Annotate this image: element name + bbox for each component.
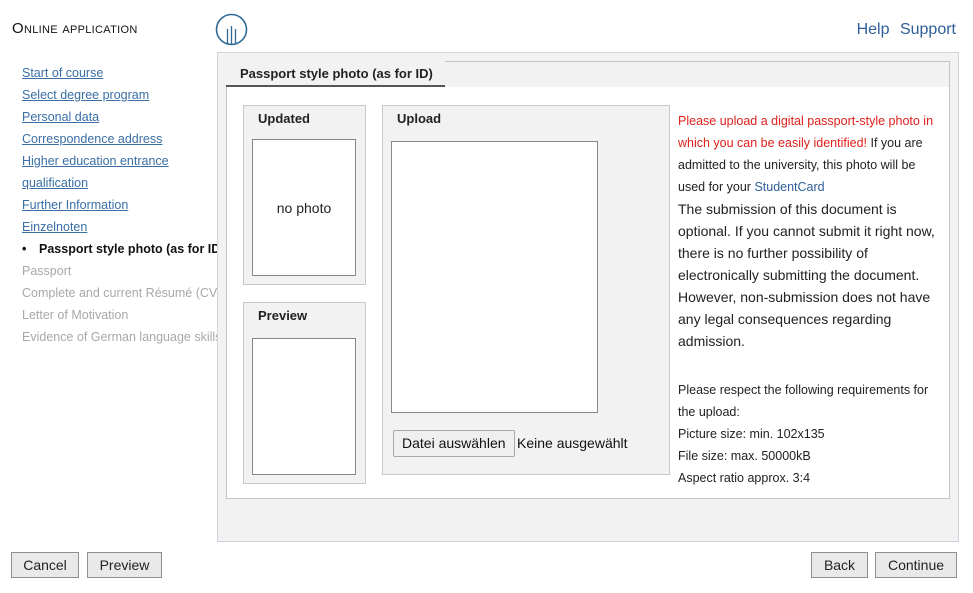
studentcard-link[interactable]: StudentCard: [754, 180, 824, 194]
requirement-aspect-ratio: Aspect ratio approx. 3:4: [678, 471, 811, 485]
optional-submission-text: The submission of this document is optio…: [678, 201, 935, 349]
photo-instructions: Please upload a digital passport-style p…: [678, 110, 943, 198]
sidebar-nav: Start of course Select degree program Pe…: [22, 62, 225, 348]
preview-box: Preview: [243, 302, 366, 484]
sidebar-item-select-degree-program[interactable]: Select degree program: [22, 84, 222, 106]
file-status-text: Keine ausgewählt: [517, 435, 628, 451]
sidebar-item-passport-photo: Passport style photo (as for ID): [22, 238, 225, 260]
sidebar-item-personal-data[interactable]: Personal data: [22, 106, 222, 128]
updated-photo-frame: no photo: [252, 139, 356, 276]
university-logo-icon: [215, 13, 248, 46]
support-link[interactable]: Support: [900, 21, 956, 38]
sidebar-item-german-language-skills: Evidence of German language skills: [22, 330, 222, 344]
sidebar-item-label: Passport style photo (as for ID): [39, 242, 225, 256]
sidebar-item-further-information[interactable]: Further Information: [22, 194, 222, 216]
help-link[interactable]: Help: [857, 21, 890, 38]
photo-info-text: Please upload a digital passport-style p…: [678, 110, 943, 489]
requirement-picture-size: Picture size: min. 102x135: [678, 427, 825, 441]
app-title: Online application: [12, 20, 138, 37]
updated-heading: Updated: [258, 111, 310, 126]
sidebar-item-resume: Complete and current Résumé (CV): [22, 286, 222, 300]
preview-heading: Preview: [258, 308, 308, 323]
sidebar-item-einzelnoten[interactable]: Einzelnoten: [22, 216, 222, 238]
requirement-file-size: File size: max. 50000kB: [678, 449, 811, 463]
upload-heading: Upload: [397, 111, 442, 126]
sidebar-item-qualification[interactable]: qualification: [22, 172, 222, 194]
sidebar-item-letter-of-motivation: Letter of Motivation: [22, 308, 129, 322]
sidebar-item-passport: Passport: [22, 264, 72, 278]
cancel-button[interactable]: Cancel: [11, 552, 79, 578]
sidebar-item-correspondence-address[interactable]: Correspondence address: [22, 128, 222, 150]
no-photo-label: no photo: [276, 200, 332, 216]
continue-button[interactable]: Continue: [875, 552, 957, 578]
choose-file-button[interactable]: Datei auswählen: [393, 430, 515, 457]
preview-photo-frame: [252, 338, 356, 475]
tab-passport-photo[interactable]: Passport style photo (as for ID): [226, 61, 445, 87]
preview-button[interactable]: Preview: [87, 552, 162, 578]
top-links: Help Support: [851, 21, 956, 39]
upload-drop-area[interactable]: [391, 141, 598, 413]
updated-box: Updated no photo: [243, 105, 366, 285]
sidebar-item-higher-education-entrance[interactable]: Higher education entrance: [22, 150, 222, 172]
back-button[interactable]: Back: [811, 552, 868, 578]
requirements-heading: Please respect the following requirement…: [678, 383, 929, 419]
upload-box: Upload: [382, 105, 670, 475]
sidebar-item-start-of-course[interactable]: Start of course: [22, 62, 222, 84]
